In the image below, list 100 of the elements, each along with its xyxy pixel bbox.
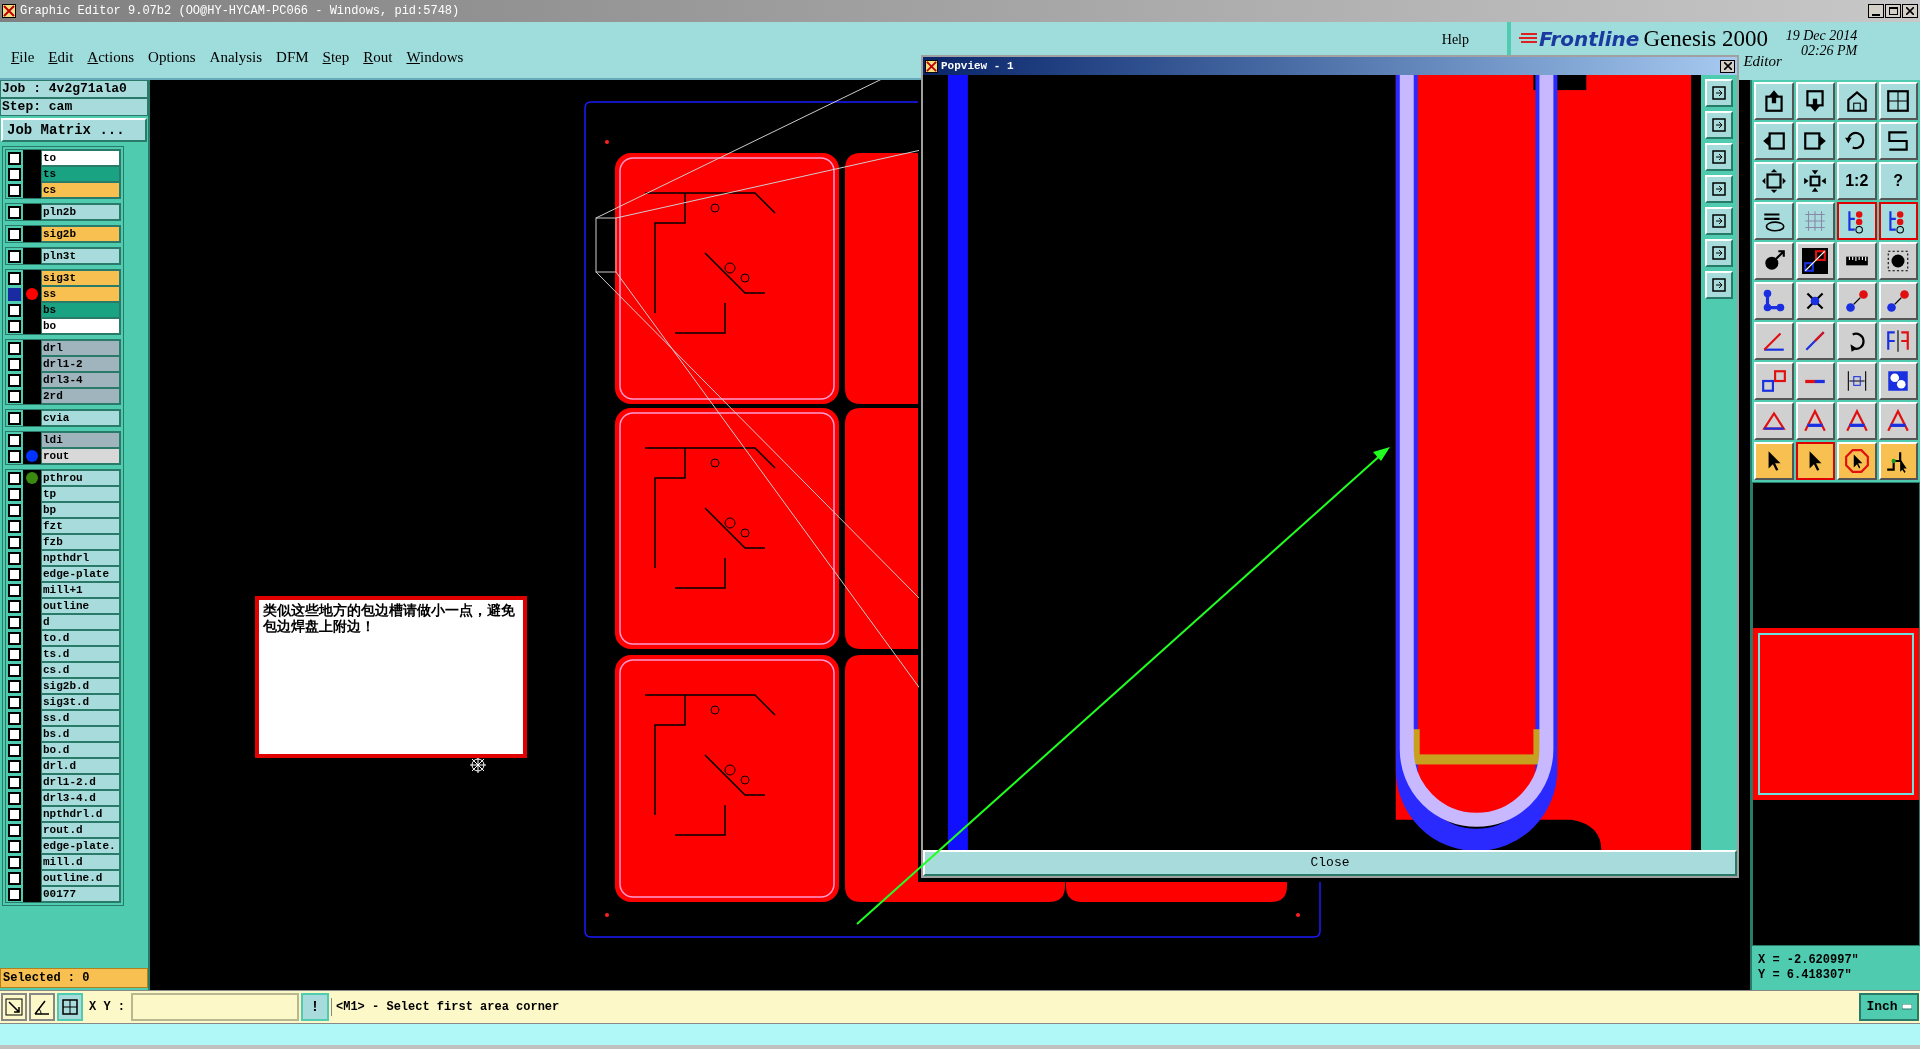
layer-name[interactable]: ts bbox=[41, 166, 120, 182]
layer-name[interactable]: ldi bbox=[41, 432, 120, 448]
layer-checkbox[interactable] bbox=[8, 227, 21, 241]
layer-name[interactable]: to bbox=[41, 150, 120, 166]
layer-name[interactable]: to.d bbox=[41, 630, 120, 646]
maximize-button[interactable] bbox=[1885, 4, 1901, 18]
layer-name[interactable]: ss bbox=[41, 286, 120, 302]
menu-item[interactable]: Windows bbox=[399, 45, 471, 68]
layer-checkbox[interactable] bbox=[8, 389, 21, 403]
menu-item[interactable]: Options bbox=[141, 45, 203, 68]
layer-checkbox[interactable] bbox=[8, 287, 21, 301]
menu-item[interactable]: File bbox=[4, 45, 42, 68]
layer-checkbox[interactable] bbox=[8, 503, 21, 517]
layer-name[interactable]: rout.d bbox=[41, 822, 120, 838]
popview-tool-button[interactable] bbox=[1705, 239, 1733, 267]
layer-name[interactable]: 2rd bbox=[41, 388, 120, 404]
layer-checkbox[interactable] bbox=[8, 679, 21, 693]
layer-name[interactable]: pln2b bbox=[41, 204, 120, 220]
minimize-button[interactable] bbox=[1868, 4, 1884, 18]
layer-name[interactable]: drl3-4.d bbox=[41, 790, 120, 806]
layer-name[interactable]: sig2b.d bbox=[41, 678, 120, 694]
layer-name[interactable]: mill+1 bbox=[41, 582, 120, 598]
layer-name[interactable]: drl.d bbox=[41, 758, 120, 774]
layer-name[interactable]: bo bbox=[41, 318, 120, 334]
layer-name[interactable]: drl1-2.d bbox=[41, 774, 120, 790]
layer-checkbox[interactable] bbox=[8, 583, 21, 597]
menu-item[interactable]: DFM bbox=[269, 45, 316, 68]
layer-checkbox[interactable] bbox=[8, 341, 21, 355]
layer-name[interactable]: d bbox=[41, 614, 120, 630]
layer-checkbox[interactable] bbox=[8, 615, 21, 629]
layer-name[interactable]: drl bbox=[41, 340, 120, 356]
popview-tool-button[interactable] bbox=[1705, 111, 1733, 139]
layer-name[interactable]: sig3t bbox=[41, 270, 120, 286]
layer-checkbox[interactable] bbox=[8, 791, 21, 805]
layer-name[interactable]: tp bbox=[41, 486, 120, 502]
layer-checkbox[interactable] bbox=[8, 775, 21, 789]
layer-name[interactable]: edge-plate. bbox=[41, 838, 120, 854]
layer-checkbox[interactable] bbox=[8, 711, 21, 725]
layer-name[interactable]: bp bbox=[41, 502, 120, 518]
layer-checkbox[interactable] bbox=[8, 319, 21, 333]
layer-name[interactable]: cvia bbox=[41, 410, 120, 426]
popview-tool-button[interactable] bbox=[1705, 271, 1733, 299]
popview-tool-button[interactable] bbox=[1705, 79, 1733, 107]
close-button[interactable] bbox=[1902, 4, 1918, 18]
layer-checkbox[interactable] bbox=[8, 599, 21, 613]
layer-name[interactable]: outline bbox=[41, 598, 120, 614]
layer-checkbox[interactable] bbox=[8, 249, 21, 263]
popview-tool-button[interactable] bbox=[1705, 175, 1733, 203]
layer-name[interactable]: cs bbox=[41, 182, 120, 198]
layer-name[interactable]: npthdrl.d bbox=[41, 806, 120, 822]
layer-name[interactable]: fzt bbox=[41, 518, 120, 534]
layer-name[interactable]: ts.d bbox=[41, 646, 120, 662]
menu-item[interactable]: Step bbox=[315, 45, 357, 68]
menu-item[interactable]: Analysis bbox=[202, 45, 270, 68]
layer-checkbox[interactable] bbox=[8, 695, 21, 709]
layer-checkbox[interactable] bbox=[8, 535, 21, 549]
layer-checkbox[interactable] bbox=[8, 271, 21, 285]
angle-button[interactable] bbox=[29, 993, 55, 1021]
menu-item[interactable]: Edit bbox=[41, 45, 81, 68]
menu-item[interactable]: Rout bbox=[356, 45, 400, 68]
layer-name[interactable]: pln3t bbox=[41, 248, 120, 264]
layer-checkbox[interactable] bbox=[8, 807, 21, 821]
layer-checkbox[interactable] bbox=[8, 647, 21, 661]
layer-name[interactable]: bs.d bbox=[41, 726, 120, 742]
layer-name[interactable]: pthrou bbox=[41, 470, 120, 486]
layer-checkbox[interactable] bbox=[8, 663, 21, 677]
layer-name[interactable]: outline.d bbox=[41, 870, 120, 886]
layer-checkbox[interactable] bbox=[8, 823, 21, 837]
layer-checkbox[interactable] bbox=[8, 303, 21, 317]
help-menu[interactable]: Help bbox=[1441, 32, 1469, 48]
layer-checkbox[interactable] bbox=[8, 411, 21, 425]
layer-name[interactable]: rout bbox=[41, 448, 120, 464]
layer-checkbox[interactable] bbox=[8, 727, 21, 741]
layer-checkbox[interactable] bbox=[8, 205, 21, 219]
layer-checkbox[interactable] bbox=[8, 631, 21, 645]
job-matrix-button[interactable]: Job Matrix ... bbox=[1, 118, 147, 142]
layer-name[interactable]: 00177 bbox=[41, 886, 120, 902]
units-dropdown[interactable]: Inch bbox=[1859, 993, 1919, 1021]
layer-name[interactable]: ss.d bbox=[41, 710, 120, 726]
layer-name[interactable]: cs.d bbox=[41, 662, 120, 678]
layer-checkbox[interactable] bbox=[8, 519, 21, 533]
layer-checkbox[interactable] bbox=[8, 551, 21, 565]
layer-name[interactable]: mill.d bbox=[41, 854, 120, 870]
zoom-area-button[interactable] bbox=[1, 993, 27, 1021]
execute-button[interactable]: ! bbox=[301, 993, 329, 1021]
tool-button[interactable]: ? bbox=[1878, 162, 1918, 200]
menu-item[interactable]: Actions bbox=[80, 45, 142, 68]
layer-checkbox[interactable] bbox=[8, 449, 21, 463]
layer-checkbox[interactable] bbox=[8, 871, 21, 885]
layer-name[interactable]: drl1-2 bbox=[41, 356, 120, 372]
layer-name[interactable]: fzb bbox=[41, 534, 120, 550]
layer-name[interactable]: drl3-4 bbox=[41, 372, 120, 388]
layer-checkbox[interactable] bbox=[8, 759, 21, 773]
layer-name[interactable]: sig3t.d bbox=[41, 694, 120, 710]
layer-checkbox[interactable] bbox=[8, 151, 21, 165]
coordinate-input-field[interactable] bbox=[131, 993, 299, 1021]
tool-button[interactable] bbox=[1795, 442, 1835, 480]
layer-name[interactable]: edge-plate bbox=[41, 566, 120, 582]
layer-name[interactable]: npthdrl bbox=[41, 550, 120, 566]
close-button[interactable]: Close bbox=[923, 850, 1737, 876]
